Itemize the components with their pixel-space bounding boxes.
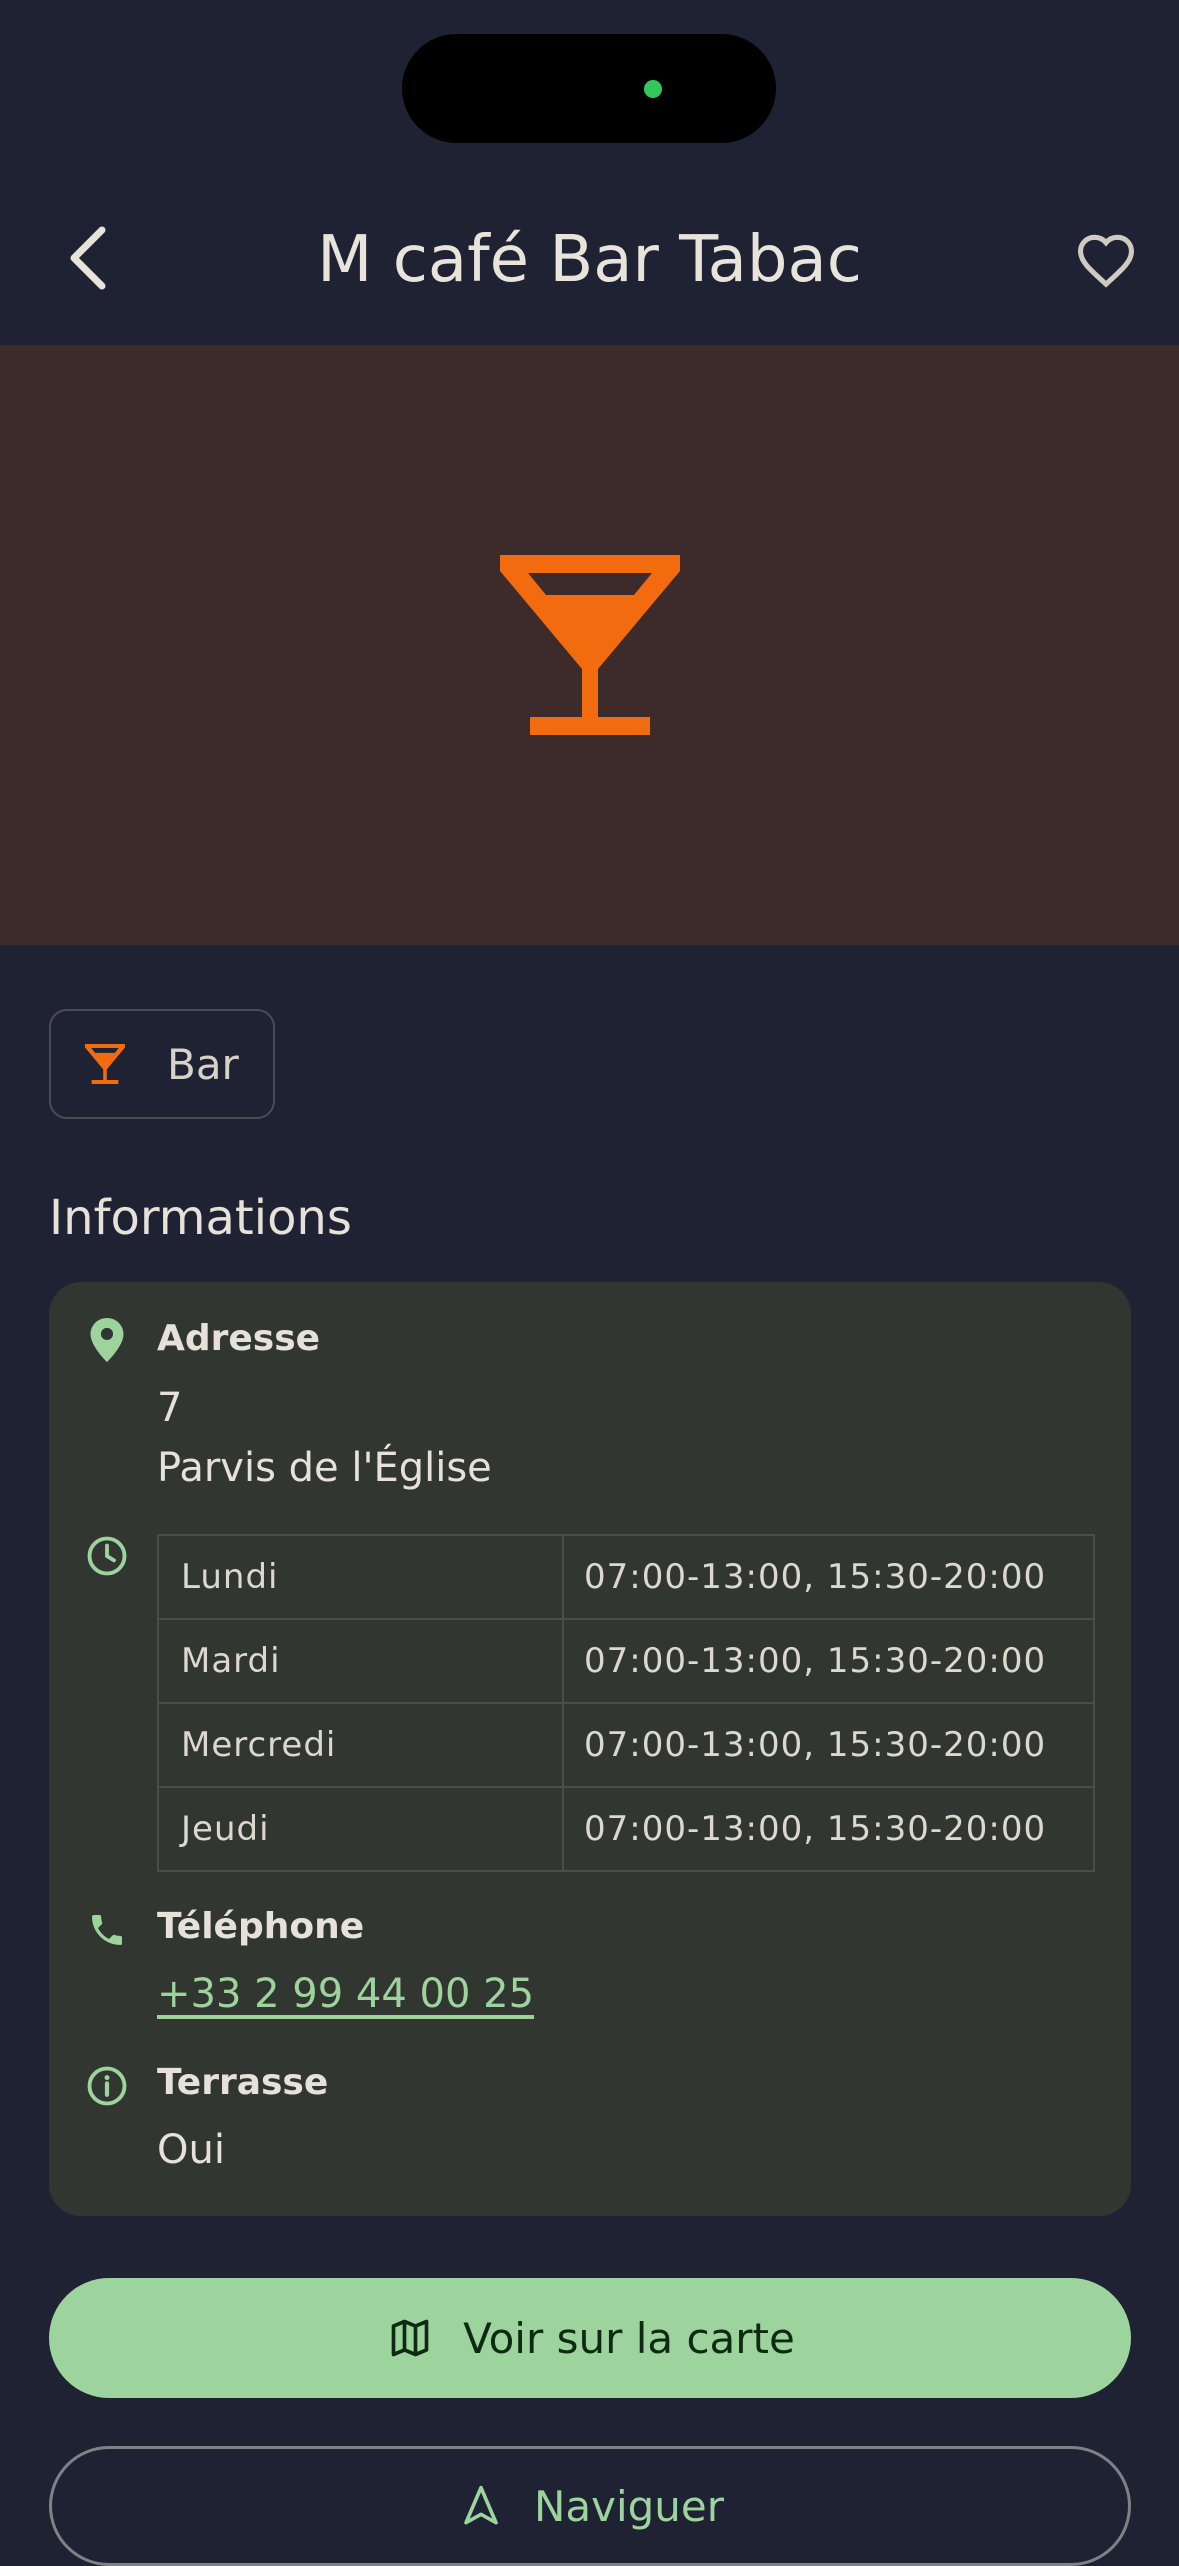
- phone-label: Téléphone: [157, 1906, 365, 1947]
- phone-icon: [85, 1908, 129, 1952]
- navigation-arrow-icon: [456, 2481, 506, 2531]
- phone-number[interactable]: +33 2 99 44 00 25: [157, 1971, 534, 2017]
- back-button[interactable]: [52, 222, 124, 294]
- clock-icon: [85, 1534, 129, 1578]
- hours-day: Jeudi: [157, 1786, 564, 1872]
- navigate-button[interactable]: Naviguer: [49, 2446, 1131, 2566]
- map-icon: [385, 2313, 435, 2363]
- category-chip[interactable]: Bar: [49, 1009, 275, 1119]
- hero-banner: [0, 345, 1179, 945]
- top-app-bar: M café Bar Tabac: [0, 190, 1179, 330]
- table-row: Jeudi 07:00-13:00, 15:30-20:00: [157, 1786, 1095, 1872]
- terrace-value: Oui: [157, 2127, 225, 2173]
- address-line-1: 7: [157, 1385, 183, 1431]
- cocktail-glass-icon: [85, 1044, 125, 1084]
- chevron-left-icon: [70, 226, 106, 290]
- table-row: Mercredi 07:00-13:00, 15:30-20:00: [157, 1702, 1095, 1788]
- info-card: Adresse 7 Parvis de l'Église Lundi 07:00…: [49, 1282, 1131, 2216]
- hours-time: 07:00-13:00, 15:30-20:00: [562, 1534, 1095, 1620]
- view-on-map-button[interactable]: Voir sur la carte: [49, 2278, 1131, 2398]
- opening-hours-table: Lundi 07:00-13:00, 15:30-20:00 Mardi 07:…: [157, 1534, 1095, 1872]
- navigate-label: Naviguer: [533, 2481, 725, 2531]
- terrace-label: Terrasse: [157, 2062, 329, 2103]
- hours-day: Lundi: [157, 1534, 564, 1620]
- dynamic-island: [402, 34, 776, 143]
- phone-link[interactable]: +33 2 99 44 00 25: [157, 1964, 534, 2024]
- heart-outline-icon: [1077, 234, 1135, 288]
- address-label: Adresse: [157, 1318, 321, 1359]
- hours-time: 07:00-13:00, 15:30-20:00: [562, 1618, 1095, 1704]
- hours-day: Mardi: [157, 1618, 564, 1704]
- section-title-informations: Informations: [49, 1190, 352, 1246]
- favorite-button[interactable]: [1066, 220, 1146, 300]
- page-title: M café Bar Tabac: [317, 223, 862, 297]
- location-pin-icon: [85, 1318, 129, 1362]
- hours-time: 07:00-13:00, 15:30-20:00: [562, 1702, 1095, 1788]
- table-row: Lundi 07:00-13:00, 15:30-20:00: [157, 1534, 1095, 1620]
- address-line-2: Parvis de l'Église: [157, 1445, 492, 1491]
- view-on-map-label: Voir sur la carte: [463, 2313, 795, 2363]
- category-label: Bar: [167, 1039, 239, 1089]
- cocktail-glass-icon: [499, 555, 680, 735]
- camera-indicator-dot: [644, 80, 662, 98]
- hours-time: 07:00-13:00, 15:30-20:00: [562, 1786, 1095, 1872]
- table-row: Mardi 07:00-13:00, 15:30-20:00: [157, 1618, 1095, 1704]
- hours-day: Mercredi: [157, 1702, 564, 1788]
- info-icon: [85, 2064, 129, 2108]
